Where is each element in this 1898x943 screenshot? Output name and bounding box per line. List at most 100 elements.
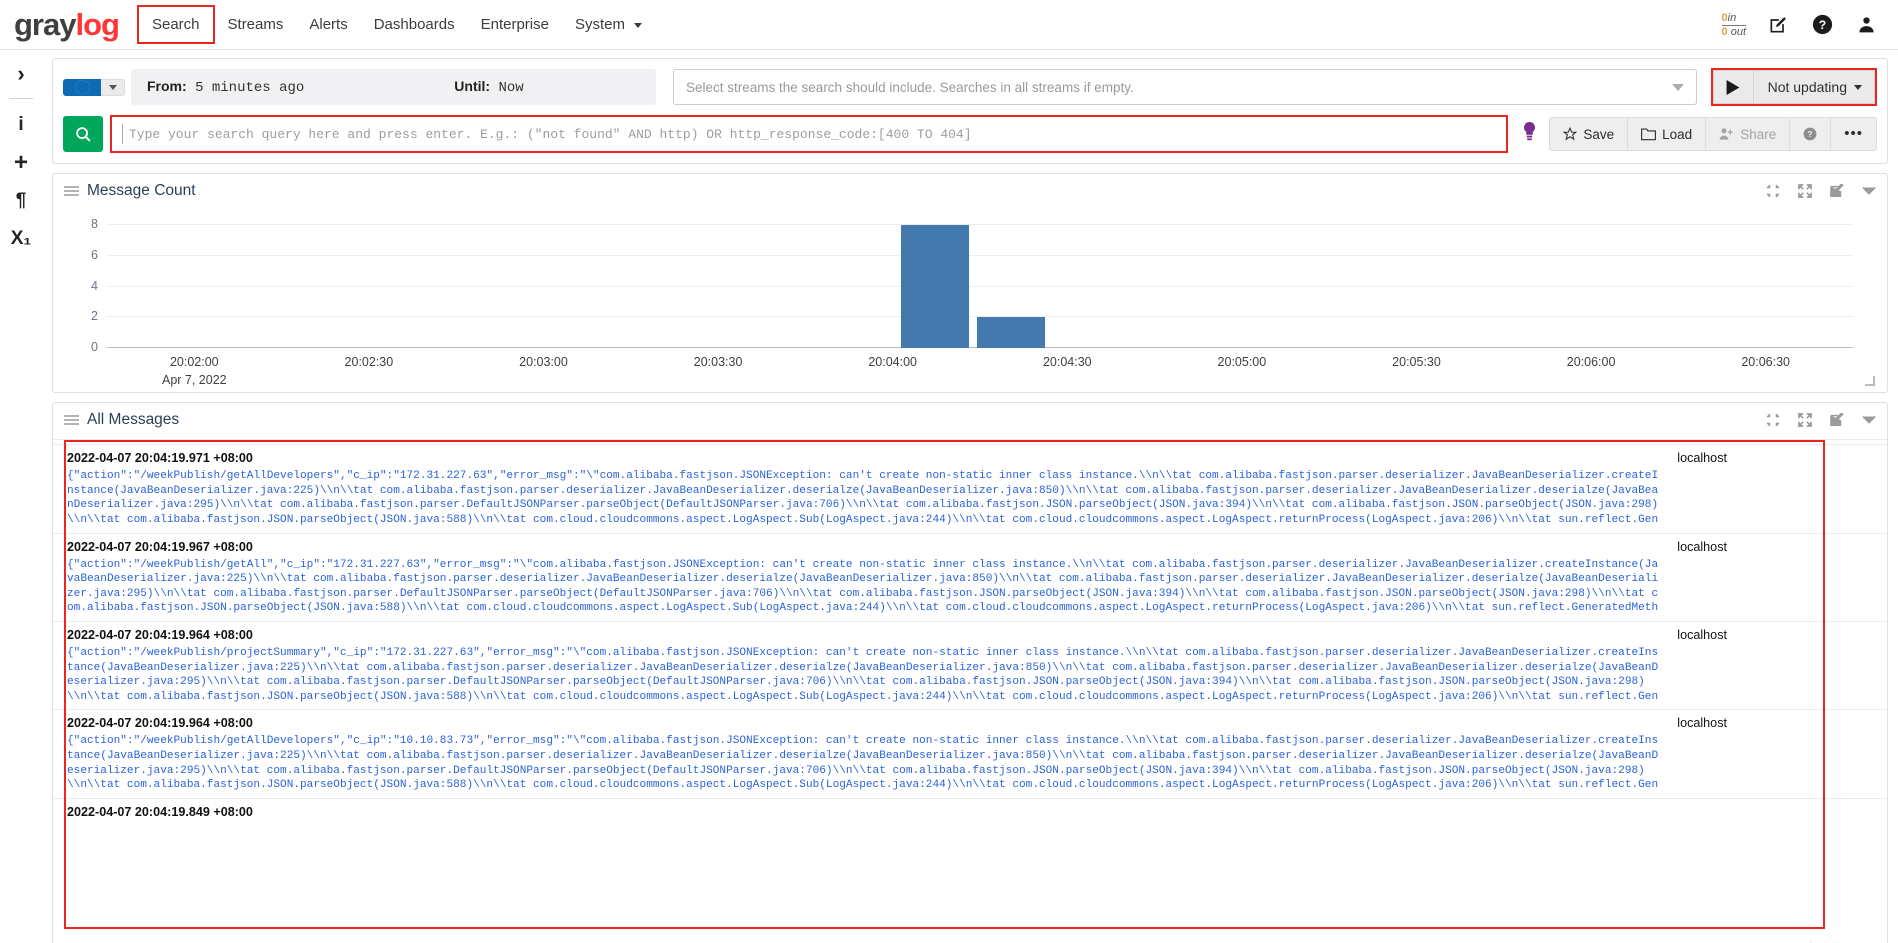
nav-item-alerts[interactable]: Alerts xyxy=(296,9,360,40)
message-row[interactable]: localhost 2022-04-07 20:04:19.964 +08:00 {… xyxy=(53,709,1887,797)
chevron-down-icon[interactable] xyxy=(1862,415,1876,425)
throughput-in-label: in xyxy=(1727,11,1737,24)
edit-icon[interactable] xyxy=(1766,13,1790,37)
refresh-controls-highlight: Not updating xyxy=(1710,68,1877,106)
chart-y-tick-label: 0 xyxy=(91,340,98,354)
message-body: {"action":"/weekPublish/projectSummary",… xyxy=(67,646,1659,703)
refresh-status-dropdown[interactable]: Not updating xyxy=(1754,71,1874,103)
message-timestamp: 2022-04-07 20:04:19.964 +08:00 xyxy=(67,627,253,642)
more-icon: ••• xyxy=(1844,125,1863,142)
chevron-down-icon xyxy=(108,84,117,90)
chart-x-tick-label: 20:06:00 xyxy=(1566,355,1616,369)
info-icon[interactable]: i xyxy=(3,107,39,143)
search-bar-panel: From: 5 minutes ago Until: Now Select st… xyxy=(52,58,1888,164)
chart-x-tick-label: 20:02:30 xyxy=(344,355,394,369)
timerange-dropdown-toggle[interactable] xyxy=(101,78,125,96)
search-row-top: From: 5 minutes ago Until: Now Select st… xyxy=(63,68,1877,106)
clock-icon[interactable] xyxy=(63,78,101,96)
graylog-logo[interactable]: gray log xyxy=(14,6,120,43)
collapse-icon[interactable] xyxy=(1766,184,1780,198)
message-row[interactable]: localhost 2022-04-07 20:04:19.967 +08:00 {… xyxy=(53,532,1887,621)
top-navbar: gray log Search Streams Alerts Dashboards… xyxy=(0,0,1898,50)
nav-item-search[interactable]: Search xyxy=(136,5,215,44)
svg-text:?: ? xyxy=(1808,130,1813,139)
until-label: Until: xyxy=(454,78,491,94)
share-search-label: Share xyxy=(1740,126,1777,142)
fullscreen-icon[interactable] xyxy=(1798,184,1812,198)
stream-selector[interactable]: Select streams the search should include… xyxy=(673,69,1697,105)
chart-bar[interactable] xyxy=(901,225,969,348)
fields-icon[interactable]: X₁ xyxy=(3,221,39,257)
lightbulb-icon[interactable] xyxy=(1522,121,1537,147)
chevron-down-icon xyxy=(1854,84,1862,90)
edit-icon[interactable] xyxy=(1830,184,1844,198)
chart-plot-area[interactable]: 0 2 4 6 8 20:02:00 20:02:30 20:03:00 20:03:30 20:… xyxy=(91,216,1853,387)
chart-gridline: 4 xyxy=(91,279,1853,293)
load-search-button[interactable]: Load xyxy=(1628,118,1707,150)
svg-text:?: ? xyxy=(1818,18,1825,32)
message-row-header: localhost 2022-04-07 20:04:19.971 +08:00 xyxy=(53,445,1887,469)
chart-x-tick-label: 20:03:30 xyxy=(693,355,743,369)
search-submit-button[interactable] xyxy=(63,116,103,152)
all-messages-widget-header: All Messages xyxy=(53,403,1887,435)
drag-handle-icon[interactable] xyxy=(64,186,79,196)
save-search-label: Save xyxy=(1583,126,1615,142)
nav-item-enterprise[interactable]: Enterprise xyxy=(468,9,562,40)
message-body: {"action":"/weekPublish/getAllDevelopers… xyxy=(67,470,1659,526)
main-nav: Search Streams Alerts Dashboards Enterpr… xyxy=(136,0,655,49)
play-button[interactable] xyxy=(1714,71,1754,103)
chart-gridline: 6 xyxy=(91,248,1853,262)
help-icon[interactable]: ? xyxy=(1810,13,1834,37)
drag-handle-icon[interactable] xyxy=(64,415,79,425)
pilcrow-icon[interactable]: ¶ xyxy=(3,183,39,219)
nav-item-streams[interactable]: Streams xyxy=(215,9,297,40)
message-rows-container: nDeserializer.java:295)\\n\\tat com.alib… xyxy=(53,440,1887,943)
more-actions-button[interactable]: ••• xyxy=(1831,118,1876,150)
from-label: From: xyxy=(147,78,187,94)
logo-text-log: log xyxy=(75,6,119,42)
message-source: localhost xyxy=(1677,451,1727,466)
chart-gridline: 8 xyxy=(91,217,1853,231)
message-count-widget-header: Message Count xyxy=(53,174,1887,206)
message-timestamp: 2022-04-07 20:04:19.849 +08:00 xyxy=(67,804,253,819)
expand-sidebar-icon[interactable]: › xyxy=(3,56,39,92)
fullscreen-icon[interactable] xyxy=(1798,413,1812,427)
all-messages-widget-title: All Messages xyxy=(87,411,180,428)
chart-x-tick-label: 20:03:00 xyxy=(519,355,568,369)
chart-vertical-scrollbar[interactable] xyxy=(1866,216,1875,358)
message-row-header: localhost 2022-04-07 20:04:19.967 +08:00 xyxy=(53,534,1887,558)
timerange-display[interactable]: From: 5 minutes ago Until: Now xyxy=(131,69,656,105)
search-row-bottom: Type your search query here and press en… xyxy=(63,115,1877,153)
collapse-icon[interactable] xyxy=(1766,413,1780,427)
chart-bar[interactable] xyxy=(977,317,1045,348)
message-row[interactable]: localhost 2022-04-07 20:04:19.971 +08:00 {… xyxy=(53,444,1887,532)
message-count-widget-title: Message Count xyxy=(87,182,196,199)
nav-item-dashboards[interactable]: Dashboards xyxy=(361,9,468,40)
until-value: Now xyxy=(498,80,524,96)
message-source: localhost xyxy=(1677,716,1727,731)
chevron-down-icon xyxy=(634,22,643,28)
message-row[interactable]: localhost 2022-04-07 20:04:19.964 +08:00 {… xyxy=(53,620,1887,709)
share-search-button[interactable]: Share xyxy=(1706,118,1791,150)
chart-x-tick-label: 20:05:00 xyxy=(1217,355,1267,369)
save-search-button[interactable]: Save xyxy=(1550,118,1629,150)
edit-icon[interactable] xyxy=(1830,413,1844,427)
message-list[interactable]: nDeserializer.java:295)\\n\\tat com.alib… xyxy=(53,439,1887,943)
chevron-down-icon[interactable] xyxy=(1862,186,1876,196)
chart-x-tick-label: 20:04:30 xyxy=(1042,355,1092,369)
chart-resize-handle[interactable] xyxy=(1865,376,1875,386)
chart-date-label: Apr 7, 2022 xyxy=(161,373,227,387)
search-help-button[interactable]: ? xyxy=(1790,118,1832,150)
message-count-widget: Message Count 0246820:02:00 20:02:30 20:… xyxy=(52,173,1888,393)
search-query-placeholder: Type your search query here and press en… xyxy=(129,126,972,142)
search-query-input[interactable]: Type your search query here and press en… xyxy=(110,115,1509,153)
content-area: From: 5 minutes ago Until: Now Select st… xyxy=(42,50,1898,943)
user-icon[interactable] xyxy=(1854,13,1878,37)
plus-icon[interactable]: + xyxy=(3,145,39,181)
chart-y-tick-label: 4 xyxy=(91,278,98,293)
text-cursor xyxy=(122,124,123,144)
message-row[interactable]: 2022-04-07 20:04:19.849 +08:00 xyxy=(53,797,1887,823)
nav-item-system[interactable]: System xyxy=(562,9,655,40)
message-row-header: localhost 2022-04-07 20:04:19.964 +08:00 xyxy=(53,710,1887,734)
throughput-indicator: 0 in 0 out xyxy=(1721,11,1746,38)
